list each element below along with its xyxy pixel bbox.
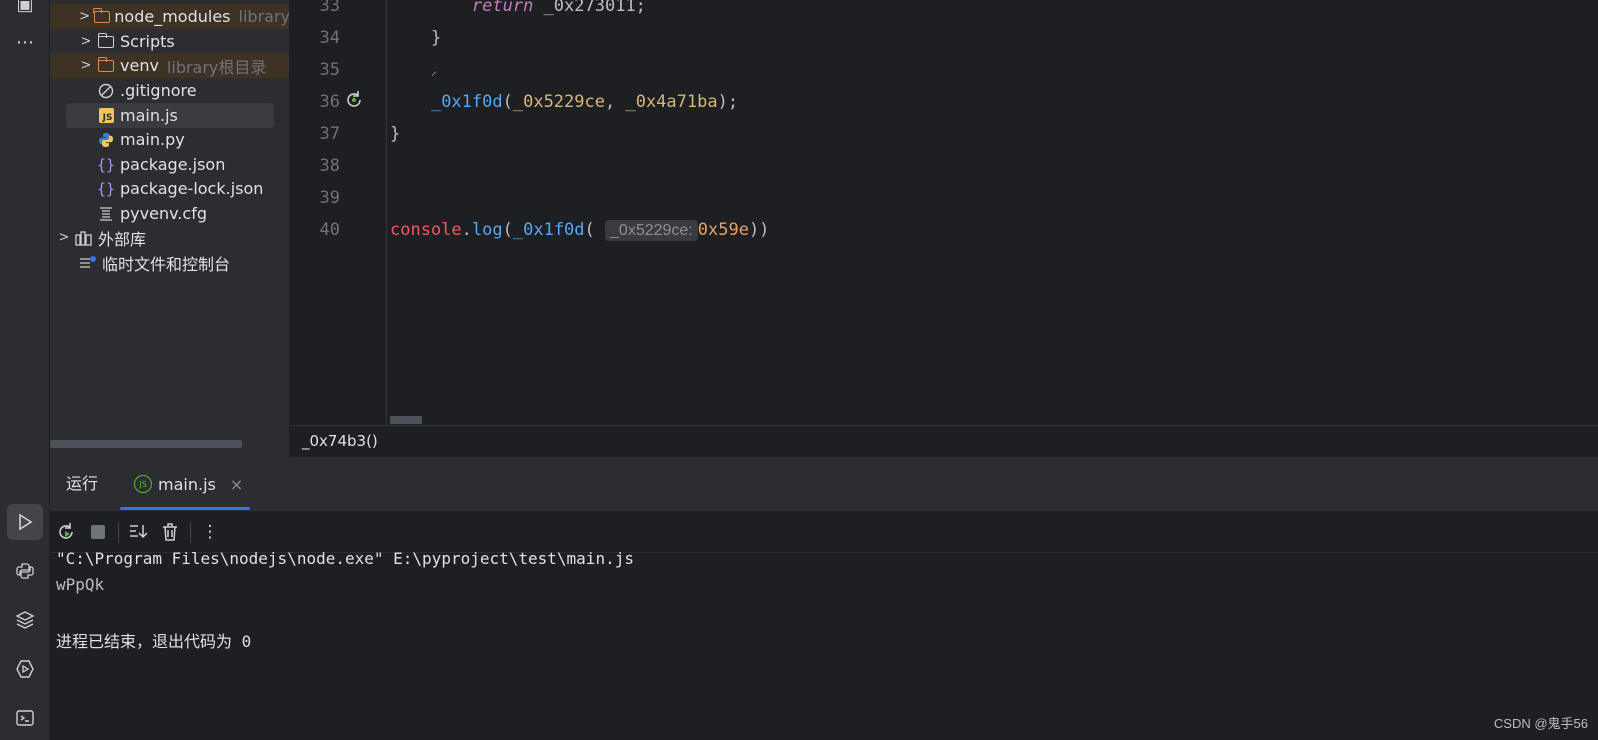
folder-icon (96, 56, 116, 75)
code-line: _0x1f0d(_0x5229ce, _0x4a71ba); (430, 92, 739, 112)
tree-item-external-libraries[interactable]: > 外部库 (50, 225, 289, 250)
chevron-right-icon[interactable]: > (76, 9, 93, 24)
console-output[interactable]: "C:\Program Files\nodejs\node.exe" E:\py… (50, 549, 1598, 740)
code-line: console.log(_0x1f0d( _0x5229ce: 0x59e)) (390, 220, 770, 241)
tree-item-main-js[interactable]: JS main.js (66, 103, 274, 128)
config-file-icon (96, 205, 116, 223)
toolbar-separator (118, 523, 119, 543)
python-file-icon (96, 131, 116, 149)
tree-item-gitignore[interactable]: .gitignore (50, 78, 289, 103)
rerun-gutter-icon[interactable] (343, 89, 365, 111)
tree-item-pyvenv-cfg[interactable]: pyvenv.cfg (50, 201, 289, 226)
parameter-inlay-hint: _0x5229ce: (605, 220, 698, 241)
console-line: "C:\Program Files\nodejs\node.exe" E:\py… (56, 549, 634, 568)
trash-icon[interactable] (158, 521, 182, 543)
close-icon[interactable]: × (230, 475, 243, 494)
breadcrumb[interactable]: _0x74b3() (290, 425, 1598, 457)
tab-main-js[interactable]: JS main.js × (120, 457, 250, 511)
more-options-icon[interactable]: ⋮ (198, 521, 222, 543)
run-tool-icon[interactable] (7, 504, 43, 540)
json-file-icon: {} (96, 179, 116, 198)
stop-icon[interactable] (86, 521, 110, 543)
run-panel-header: 运行 JS main.js × (50, 457, 1598, 511)
line-number: 34 (319, 28, 340, 48)
line-number: 39 (319, 188, 340, 208)
tree-item-node-modules[interactable]: > node_modules library (50, 4, 289, 29)
folder-icon (96, 32, 116, 51)
tree-item-package-lock-json[interactable]: {} package-lock.json (50, 176, 289, 201)
code-line: ⸝ (430, 64, 437, 78)
run-toolbar: ⋮ (50, 511, 1598, 553)
console-line: wPpQk (56, 575, 105, 594)
more-tools-icon[interactable]: ⋯ (7, 24, 43, 60)
python-console-icon[interactable] (7, 553, 43, 589)
active-tab-indicator (120, 507, 250, 510)
line-number: 40 (319, 220, 340, 240)
run-panel-title: 运行 (66, 474, 99, 493)
scratches-icon (78, 254, 98, 272)
project-tree: > node_modules library > Scripts > venv … (50, 0, 290, 460)
folder-icon (93, 7, 110, 26)
js-file-icon: JS (96, 107, 116, 125)
scroll-to-end-icon[interactable] (126, 521, 150, 543)
json-file-icon: {} (96, 155, 116, 174)
chevron-right-icon[interactable]: > (54, 230, 74, 245)
external-libraries-icon (74, 229, 94, 247)
horizontal-scrollbar[interactable] (50, 440, 242, 448)
rerun-icon[interactable] (54, 521, 78, 543)
line-number: 36 (319, 92, 340, 112)
code-line: return _0x273011; (471, 0, 646, 16)
line-number: 33 (319, 0, 340, 16)
console-line: 进程已结束，退出代码为 0 (56, 632, 252, 651)
python-packages-icon[interactable] (7, 602, 43, 638)
toolbar-separator (190, 523, 191, 543)
watermark: CSDN @鬼手56 (1493, 716, 1588, 731)
tree-item-scratches[interactable]: 临时文件和控制台 (50, 250, 289, 275)
code-line: } (430, 28, 442, 48)
services-icon[interactable] (7, 651, 43, 687)
nodejs-icon: JS (134, 475, 152, 493)
ignore-file-icon (96, 82, 116, 100)
tree-item-scripts[interactable]: > Scripts (50, 29, 289, 54)
chevron-right-icon[interactable]: > (76, 58, 96, 73)
terminal-icon[interactable] (7, 700, 43, 736)
tree-item-venv[interactable]: > venv library根目录 (50, 53, 289, 78)
code-editor[interactable]: 33 34 35 36 37 38 39 40 return _0x273011… (290, 0, 1598, 425)
line-number: 37 (319, 124, 340, 144)
code-line: } (390, 124, 401, 144)
line-number: 38 (319, 156, 340, 176)
structure-icon[interactable]: ▣ (7, 0, 43, 22)
chevron-right-icon[interactable]: > (76, 34, 96, 49)
line-number: 35 (319, 60, 340, 80)
tool-window-strip: ▣ ⋯ (0, 0, 50, 740)
tree-item-main-py[interactable]: main.py (50, 127, 289, 152)
editor-horizontal-scrollbar[interactable] (390, 416, 422, 424)
tree-item-package-json[interactable]: {} package.json (50, 152, 289, 177)
